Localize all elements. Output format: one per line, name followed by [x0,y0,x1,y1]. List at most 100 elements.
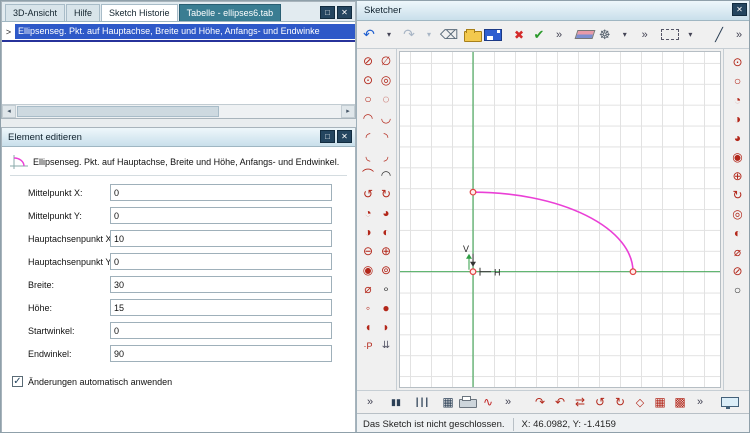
backspace-delete-icon[interactable]: ⌫ [440,25,458,45]
hoehe-input[interactable] [110,299,332,316]
history-row[interactable]: > Ellipsenseg. Pkt. auf Hauptachse, Brei… [2,24,355,39]
circle-three-quarter-tool-icon[interactable]: ◕ [729,130,747,146]
tab-tabelle-ellipses6[interactable]: Tabelle - ellipses6.tab [178,4,282,21]
arc-end-point[interactable] [629,268,637,276]
hauptachsenpunkt-x-input[interactable] [110,230,332,247]
arc-start-point[interactable] [469,188,477,196]
pause-bars-icon[interactable]: ▮▮ [387,392,405,412]
scroll-right-button[interactable]: ▸ [341,105,355,118]
ellipse-diameter-tool-icon[interactable]: ∅ [378,52,394,69]
ellipse-axis-tool-icon[interactable]: ⌀ [360,280,376,297]
line-tool-icon[interactable]: ╱ [710,25,728,45]
circle-rotate-tool-icon[interactable]: ↻ [729,187,747,203]
circle-quarter-tool-icon[interactable]: ◔ [729,92,747,108]
float-editor-icon[interactable]: □ [320,129,335,143]
hatch-grid-icon[interactable]: ▩ [671,392,689,412]
mittelpunkt-y-input[interactable] [110,207,332,224]
undo-dropdown-icon[interactable]: ▾ [380,25,398,45]
left-half-circle-tool-icon[interactable]: ◖ [360,318,376,335]
ellipse-focus-tool-icon[interactable]: ◉ [360,261,376,278]
settings-gear-icon[interactable]: ☸ [596,25,614,45]
ellipse-minus-tool-icon[interactable]: ⊖ [360,242,376,259]
right-half-circle-tool-icon[interactable]: ◗ [378,318,394,335]
scroll-left-button[interactable]: ◂ [2,105,16,118]
arc-start-angle-tool-icon[interactable]: ◔ [360,204,376,221]
close-panel-icon[interactable]: ✕ [337,6,352,19]
arc-segment-tool-icon[interactable]: ⌒ [360,166,376,183]
ellipse-freeform-tool-icon[interactable]: ○ [360,90,376,107]
ellipse-plus-tool-icon[interactable]: ⊕ [378,242,394,259]
more-right-icon[interactable]: » [691,392,709,412]
small-circle-tool-icon[interactable]: ◦ [360,299,376,316]
sketch-canvas[interactable]: V H [400,52,720,387]
arc-lower-tool-icon[interactable]: ◡ [378,109,394,126]
history-list[interactable]: > Ellipsenseg. Pkt. auf Hauptachse, Brei… [2,22,355,104]
point-p-tool-icon[interactable]: ·P [360,337,376,354]
mittelpunkt-x-input[interactable] [110,184,332,201]
circle-focus-tool-icon[interactable]: ◉ [729,149,747,165]
arc-end-angle-tool-icon[interactable]: ◕ [378,204,394,221]
float-panel-icon[interactable]: □ [320,6,335,19]
spin-ccw-tool-icon[interactable]: ↺ [591,392,609,412]
gear-dropdown-icon[interactable]: ▾ [616,25,634,45]
cancel-icon[interactable]: ✖ [510,25,528,45]
ellipse-tool-icon[interactable]: ⊘ [360,52,376,69]
circle-center-tool-icon[interactable]: ⊙ [729,54,747,70]
arc-chord-tool-icon[interactable]: ◠ [378,166,394,183]
startwinkel-input[interactable] [110,322,332,339]
rotate-cw-tool-icon[interactable]: ↷ [531,392,549,412]
ellipse-point-tool-icon[interactable]: ∘ [378,280,394,297]
tab-hilfe[interactable]: Hilfe [66,4,101,21]
breite-input[interactable] [110,276,332,293]
diamond-tool-icon[interactable]: ◇ [631,392,649,412]
eraser-icon[interactable] [574,30,596,39]
filled-circle-tool-icon[interactable]: ● [378,299,394,316]
endwinkel-input[interactable] [110,345,332,362]
arc-quadrant-ul-tool-icon[interactable]: ◜ [360,128,376,145]
tab-sketch-historie[interactable]: Sketch Historie [101,4,178,21]
hauptachsenpunkt-y-input[interactable] [110,253,332,270]
auto-apply-checkbox[interactable]: ✓ [12,376,23,387]
spin-cw-tool-icon[interactable]: ↻ [611,392,629,412]
circle-left-half-tool-icon[interactable]: ◐ [729,225,747,241]
history-hscrollbar[interactable]: ◂ ▸ [2,104,355,118]
save-icon[interactable] [484,28,503,41]
selection-rect-icon[interactable] [661,29,680,40]
arc-quadrant-ll-tool-icon[interactable]: ◟ [360,147,376,164]
ellipse-center-point-tool-icon[interactable]: ⊙ [360,71,376,88]
circle-half-tool-icon[interactable]: ◑ [729,111,747,127]
circle-concentric-tool-icon[interactable]: ◎ [729,206,747,222]
mirror-tool-icon[interactable]: ⇄ [571,392,589,412]
selection-dropdown-icon[interactable]: ▾ [681,25,699,45]
open-file-icon[interactable] [464,28,483,42]
circle-slash-tool-icon[interactable]: ⊘ [729,263,747,279]
origin-point[interactable] [469,268,477,276]
print-icon[interactable] [459,395,477,408]
panel-splitter[interactable] [1,119,356,127]
redo-icon[interactable]: ↷ [400,25,418,45]
more-tools-3-icon[interactable]: » [730,25,748,45]
half-ellipse-left-tool-icon[interactable]: ◑ [360,223,376,240]
half-ellipse-right-tool-icon[interactable]: ◐ [378,223,394,240]
scrollbar-track[interactable] [16,105,341,118]
circle-diameter-tool-icon[interactable]: ⌀ [729,244,747,260]
undo-icon[interactable]: ↶ [360,25,378,45]
more-tools-icon[interactable]: » [550,25,568,45]
close-editor-icon[interactable]: ✕ [337,129,352,143]
arc-quadrant-ur-tool-icon[interactable]: ◝ [378,128,394,145]
arc-cw-tool-icon[interactable]: ↻ [378,185,394,202]
freehand-curve-icon[interactable]: ∿ [479,392,497,412]
circle-plain-tool-icon[interactable]: ○ [729,282,747,298]
grid-toggle-icon[interactable]: ▦ [439,392,457,412]
arc-upper-tool-icon[interactable]: ◠ [360,109,376,126]
arc-ccw-tool-icon[interactable]: ↺ [360,185,376,202]
ellipse-ring-tool-icon[interactable]: ⊚ [378,261,394,278]
redo-dropdown-icon[interactable]: ▾ [420,25,438,45]
ellipse-concentric-tool-icon[interactable]: ◎ [378,71,394,88]
more-tools-2-icon[interactable]: » [636,25,654,45]
rotate-ccw-tool-icon[interactable]: ↶ [551,392,569,412]
arc-quadrant-lr-tool-icon[interactable]: ◞ [378,147,394,164]
apply-icon[interactable]: ✔ [530,25,548,45]
scroll-down-icon[interactable]: ⇊ [378,337,394,354]
history-selected-item[interactable]: Ellipsenseg. Pkt. auf Hauptachse, Breite… [15,24,355,39]
